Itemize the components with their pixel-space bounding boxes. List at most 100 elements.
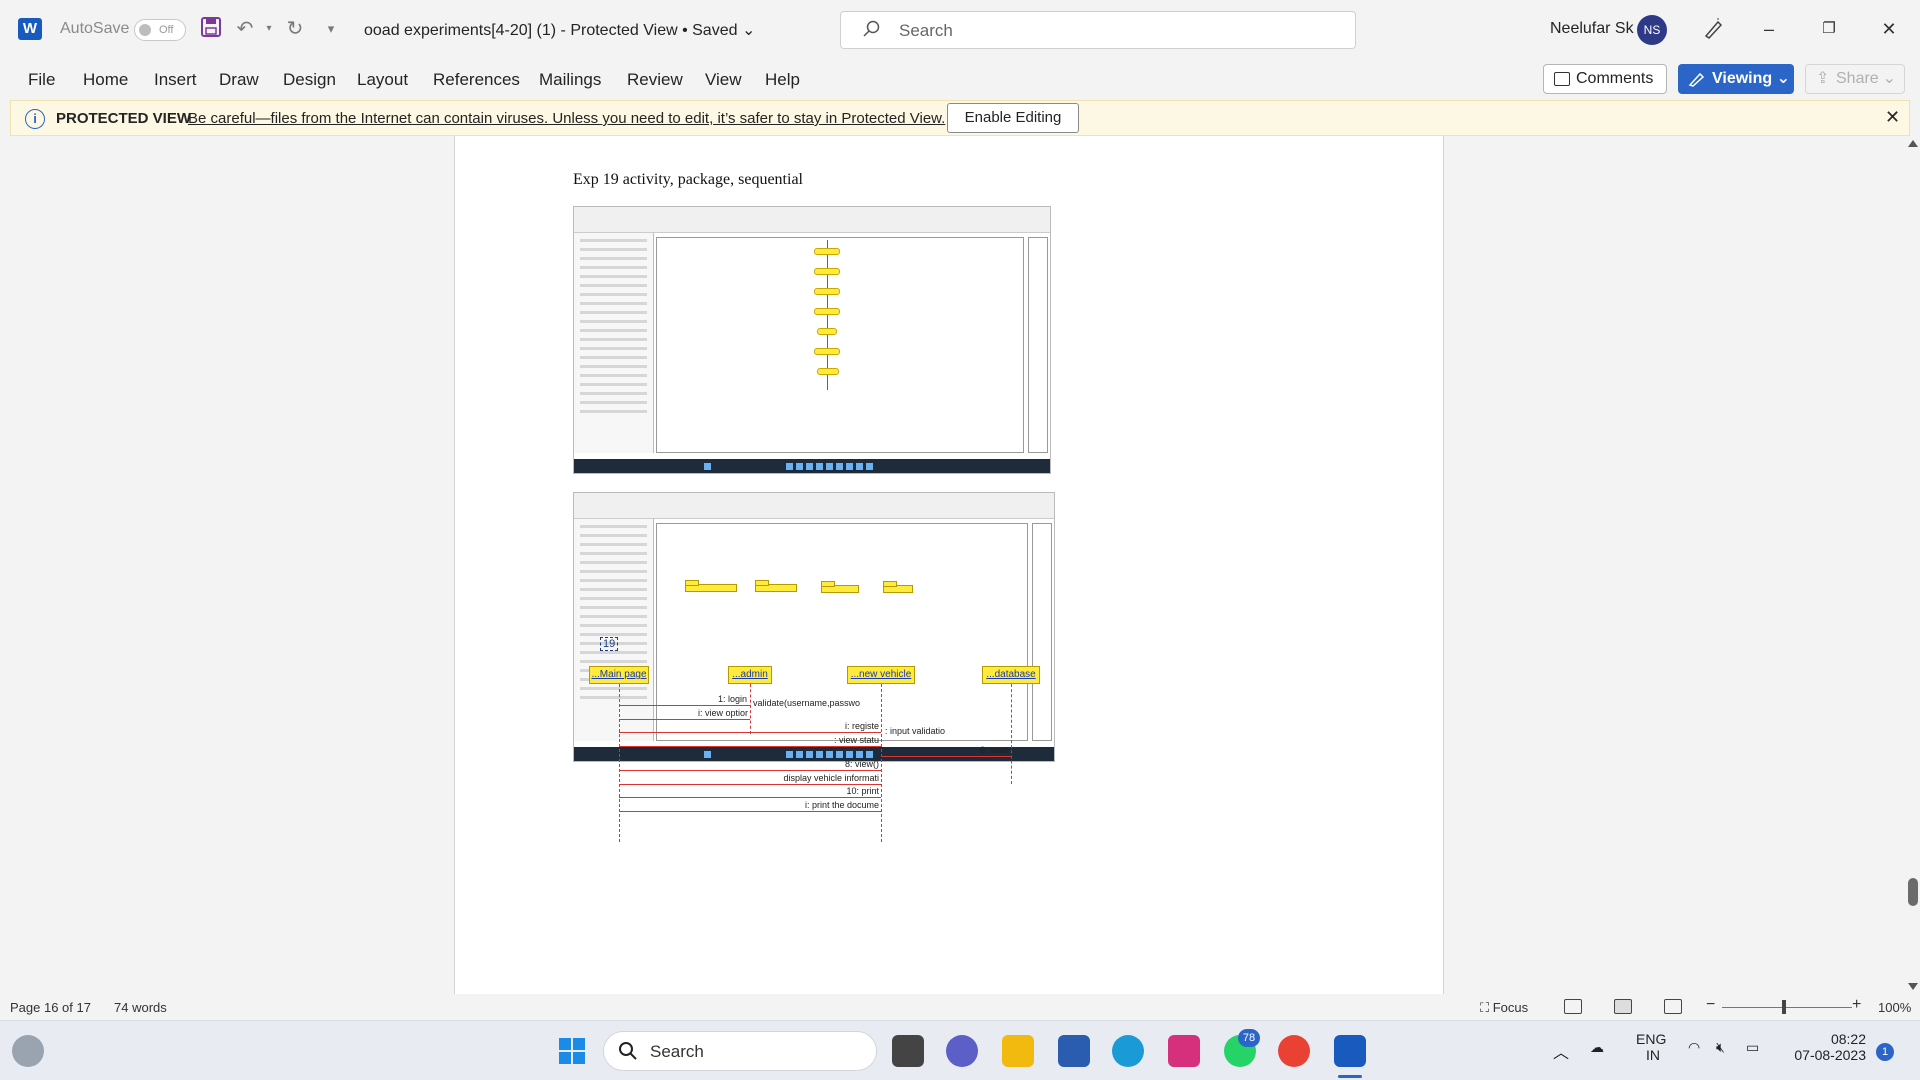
protected-view-message[interactable]: Be careful—files from the Internet can c… <box>188 110 945 127</box>
search-input[interactable]: Search <box>840 11 1356 49</box>
save-icon[interactable] <box>198 16 224 42</box>
restore-icon[interactable]: ❐ <box>1814 14 1844 44</box>
page-count[interactable]: Page 16 of 17 <box>10 1000 91 1015</box>
sequence-object-new-vehicle: ...new vehicle <box>847 666 915 684</box>
zoom-slider[interactable] <box>1722 1007 1852 1008</box>
protected-view-label: PROTECTED VIEW <box>56 110 192 127</box>
sequence-object-main-page: ...Main page <box>589 666 649 684</box>
message-label: i: print the docume <box>804 800 879 810</box>
notification-badge[interactable]: 1 <box>1876 1043 1894 1061</box>
mute-icon[interactable]: 🔇︎ <box>1716 1039 1725 1056</box>
tab-mailings[interactable]: Mailings <box>539 70 601 90</box>
taskbar-search-input[interactable]: Search <box>603 1031 877 1071</box>
customize-toolbar-icon[interactable]: ▾ <box>318 16 344 42</box>
chrome-icon[interactable] <box>1278 1035 1310 1067</box>
tab-insert[interactable]: Insert <box>154 70 197 90</box>
tab-review[interactable]: Review <box>627 70 683 90</box>
tab-layout[interactable]: Layout <box>357 70 408 90</box>
word-count[interactable]: 74 words <box>114 1000 167 1015</box>
share-icon: ⇪ <box>1816 70 1830 87</box>
clock[interactable]: 08:22 07-08-2023 <box>1786 1031 1866 1063</box>
user-name[interactable]: Neelufar Sk <box>1550 20 1634 38</box>
message-label: i: view optior <box>697 708 748 718</box>
start-icon[interactable] <box>556 1035 588 1067</box>
search-icon <box>619 1042 637 1060</box>
vertical-scrollbar[interactable] <box>1906 136 1920 994</box>
lifeline <box>750 684 751 734</box>
zoom-slider-thumb[interactable] <box>1782 1000 1786 1014</box>
message-label: 1: login <box>717 694 747 704</box>
lifeline <box>1011 684 1012 784</box>
word-app-icon: W <box>18 18 42 40</box>
document-title[interactable]: ooad experiments[4-20] (1) - Protected V… <box>364 20 755 40</box>
message-label: 8: view() <box>844 759 879 769</box>
chevron-up-icon[interactable]: ︿ <box>1553 1039 1569 1063</box>
undo-icon[interactable]: ↶ <box>232 16 258 42</box>
pen-icon <box>1688 72 1705 87</box>
enable-editing-button[interactable]: Enable Editing <box>947 103 1079 133</box>
focus-icon: ⛶ <box>1480 1000 1490 1015</box>
tab-home[interactable]: Home <box>83 70 128 90</box>
chevron-down-icon: ⌄ <box>1776 70 1791 87</box>
message-label: 10: print <box>846 786 879 796</box>
edge-icon[interactable] <box>1112 1035 1144 1067</box>
scroll-down-icon[interactable] <box>1908 983 1918 990</box>
experiment-heading: Exp 19 activity, package, sequential <box>573 171 803 188</box>
protected-view-bar: i PROTECTED VIEW Be careful—files from t… <box>10 100 1910 136</box>
zoom-level[interactable]: 100% <box>1878 1000 1911 1015</box>
document-area: Exp 19 activity, package, sequential 19 … <box>0 136 1906 994</box>
scroll-up-icon[interactable] <box>1908 140 1918 147</box>
zoom-out-icon[interactable]: − <box>1706 996 1715 1014</box>
focus-mode-button[interactable]: ⛶ Focus <box>1480 1000 1528 1016</box>
onedrive-icon[interactable]: ☁ <box>1590 1039 1604 1056</box>
status-bar: Page 16 of 17 74 words ⛶ Focus − + 100% <box>0 994 1920 1020</box>
tab-references[interactable]: References <box>433 70 520 90</box>
tab-help[interactable]: Help <box>765 70 800 90</box>
tab-draw[interactable]: Draw <box>219 70 259 90</box>
battery-icon[interactable]: ▭ <box>1746 1039 1759 1056</box>
tab-view[interactable]: View <box>705 70 742 90</box>
message-label: : input validatio <box>885 726 946 736</box>
wifi-icon[interactable]: ◠ <box>1688 1039 1700 1056</box>
sequence-object-admin: ...admin <box>728 666 772 684</box>
taskbar-search-placeholder: Search <box>650 1042 704 1061</box>
web-layout-icon[interactable] <box>1664 999 1682 1014</box>
avatar[interactable]: NS <box>1637 15 1667 45</box>
weather-icon[interactable] <box>12 1035 44 1067</box>
word-taskbar-icon[interactable] <box>1334 1035 1366 1067</box>
close-icon[interactable]: ✕ <box>1885 107 1900 128</box>
print-layout-icon[interactable] <box>1614 999 1632 1014</box>
autosave-label: AutoSave <box>60 20 130 37</box>
sequence-object-database: ...database <box>982 666 1040 684</box>
instagram-icon[interactable] <box>1168 1035 1200 1067</box>
minimize-icon[interactable]: – <box>1754 14 1784 44</box>
tab-file[interactable]: File <box>28 70 55 90</box>
read-mode-icon[interactable] <box>1564 999 1582 1014</box>
whatsapp-badge: 78 <box>1238 1029 1260 1047</box>
chat-icon[interactable] <box>946 1035 978 1067</box>
task-view-icon[interactable] <box>892 1035 924 1067</box>
scrollbar-thumb[interactable] <box>1908 878 1918 906</box>
document-page: Exp 19 activity, package, sequential 19 … <box>454 136 1444 994</box>
viewing-mode-button[interactable]: Viewing ⌄ <box>1678 64 1794 94</box>
redo-icon[interactable]: ↻ <box>282 16 308 42</box>
tab-design[interactable]: Design <box>283 70 336 90</box>
zoom-in-icon[interactable]: + <box>1852 996 1861 1014</box>
activity-diagram-screenshot <box>573 206 1051 474</box>
language-indicator[interactable]: ENG IN <box>1636 1031 1666 1063</box>
message-label: validate(username,passwo <box>753 698 861 708</box>
file-explorer-icon[interactable] <box>1002 1035 1034 1067</box>
chevron-down-icon: ⌄ <box>741 22 756 39</box>
autosave-toggle[interactable]: Off <box>134 19 186 41</box>
comment-icon <box>1554 72 1570 86</box>
sequence-diagram: 19 ...Main page ...admin ...new vehicle … <box>555 632 1040 972</box>
message-label: 6: save <box>979 745 1009 755</box>
undo-dropdown-icon[interactable]: ▾ <box>256 16 282 42</box>
store-icon[interactable] <box>1058 1035 1090 1067</box>
search-placeholder: Search <box>899 21 953 40</box>
designer-pen-icon[interactable] <box>1700 16 1726 42</box>
share-button[interactable]: ⇪ Share ⌄ <box>1805 64 1905 94</box>
search-icon <box>863 20 880 37</box>
comments-button[interactable]: Comments <box>1543 64 1667 94</box>
close-icon[interactable]: ✕ <box>1874 14 1904 44</box>
